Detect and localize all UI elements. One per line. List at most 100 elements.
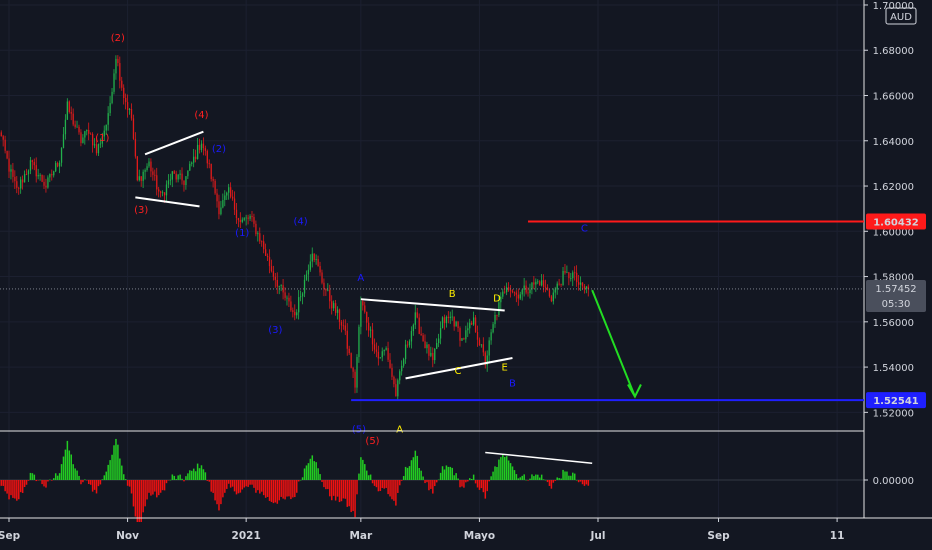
- wave-label: (5): [352, 425, 366, 436]
- osc-bar: [150, 480, 152, 496]
- osc-bar: [39, 479, 41, 481]
- osc-bar: [426, 480, 428, 483]
- osc-bar: [229, 480, 232, 488]
- osc-bar: [519, 477, 522, 480]
- osc-bar: [441, 466, 444, 480]
- candle-body: [546, 287, 549, 291]
- osc-bar: [509, 463, 512, 480]
- candle-body: [418, 317, 420, 334]
- osc-bar: [171, 474, 174, 480]
- candle-body: [309, 261, 312, 270]
- osc-bar: [585, 480, 588, 485]
- oscillator-pane: [0, 430, 932, 522]
- osc-bar: [206, 480, 209, 481]
- osc-bar: [45, 480, 47, 488]
- osc-bar: [294, 480, 296, 498]
- osc-bar: [14, 480, 16, 499]
- candle-body: [552, 292, 554, 302]
- osc-bar: [474, 480, 477, 484]
- osc-bar: [428, 480, 430, 491]
- candle-body: [412, 324, 415, 332]
- osc-bar: [402, 476, 405, 480]
- candle-body: [241, 219, 243, 222]
- candle-body: [566, 272, 568, 274]
- osc-bar: [121, 465, 123, 480]
- osc-bar: [492, 471, 494, 480]
- osc-bar: [525, 479, 527, 481]
- candle-body: [471, 322, 473, 325]
- osc-bar: [459, 480, 461, 488]
- osc-bar: [334, 480, 337, 501]
- candle-body: [163, 192, 166, 196]
- osc-bar: [198, 468, 201, 480]
- osc-bar: [74, 468, 76, 480]
- osc-bar: [381, 480, 384, 488]
- osc-bar: [274, 480, 277, 503]
- osc-bar: [329, 480, 331, 497]
- osc-bar: [282, 480, 284, 499]
- candle-body: [344, 325, 346, 331]
- candle-body: [517, 294, 520, 299]
- candle-body: [146, 166, 148, 171]
- price-tick-label: 1.54000: [873, 363, 914, 374]
- osc-bar: [352, 480, 354, 512]
- osc-bar: [502, 454, 504, 480]
- candle-body: [276, 279, 278, 287]
- candle-body: [298, 297, 300, 313]
- candle-body: [576, 272, 578, 283]
- osc-bar: [465, 480, 467, 483]
- candle-body: [414, 312, 416, 325]
- osc-bar: [84, 479, 86, 480]
- osc-bar: [295, 480, 298, 493]
- candle-body: [47, 177, 49, 188]
- candle-body: [90, 133, 92, 135]
- candle-body: [23, 174, 26, 183]
- candle-body: [66, 101, 69, 120]
- osc-bar: [33, 474, 36, 480]
- osc-bar: [457, 478, 459, 480]
- candle-body: [41, 174, 43, 182]
- osc-bar: [453, 475, 455, 480]
- candle-body: [494, 314, 496, 325]
- osc-bar: [486, 480, 488, 492]
- last-price-label: 1.57452: [875, 284, 916, 295]
- osc-bar: [315, 462, 317, 480]
- candle-body: [97, 144, 100, 154]
- osc-bar: [109, 460, 111, 480]
- osc-bar: [142, 480, 144, 513]
- candle-body: [2, 136, 4, 140]
- candle-body: [175, 173, 177, 180]
- osc-bar: [58, 473, 61, 480]
- candle-body: [401, 365, 403, 372]
- osc-bar: [16, 480, 18, 501]
- osc-bar: [134, 480, 137, 517]
- candle-body: [346, 330, 348, 349]
- osc-bar: [544, 479, 547, 481]
- osc-bar: [494, 466, 496, 480]
- candle-body: [393, 376, 395, 385]
- osc-bar: [311, 455, 314, 480]
- osc-bar: [161, 480, 164, 491]
- osc-bar: [461, 480, 463, 487]
- osc-bar: [130, 480, 133, 494]
- osc-bar: [515, 474, 518, 480]
- candle-body: [158, 189, 160, 192]
- osc-bar: [570, 475, 572, 480]
- osc-bar: [101, 479, 104, 480]
- candle-body: [564, 270, 566, 273]
- osc-bar: [235, 480, 238, 495]
- candle-body: [284, 292, 286, 298]
- candle-body: [358, 326, 360, 358]
- candle-body: [449, 316, 451, 318]
- candle-body: [531, 282, 533, 290]
- osc-bar: [4, 480, 6, 492]
- candle-body: [212, 179, 214, 181]
- osc-bar: [70, 454, 73, 480]
- osc-bar: [196, 463, 199, 480]
- osc-bar: [284, 480, 286, 500]
- candle-body: [82, 137, 84, 143]
- osc-bar: [290, 480, 292, 500]
- osc-bar: [321, 480, 323, 483]
- osc-bar: [21, 480, 24, 493]
- candle-body: [570, 278, 572, 279]
